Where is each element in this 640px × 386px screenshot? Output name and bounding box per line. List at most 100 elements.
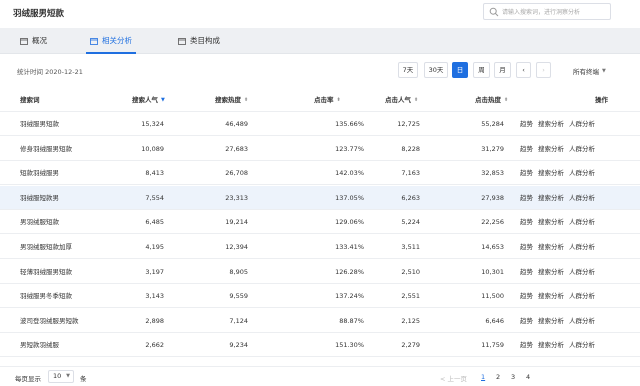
row-actions: 趋势 搜索分析 人群分析 xyxy=(520,235,600,259)
crowd-analysis-link[interactable]: 人群分析 xyxy=(569,268,595,276)
prev-page-button[interactable]: < 上一页 xyxy=(440,373,467,383)
table-row[interactable]: 轻薄羽绒服男短款 3,197 8,905 126.28% 2,510 10,301 趋势 搜索… xyxy=(0,260,640,284)
cell-search-heat: 8,905 xyxy=(229,267,248,276)
top-bar: 羽绒服男短款 xyxy=(0,0,640,28)
page-2-button[interactable]: 2 xyxy=(496,373,500,381)
cell-search-popularity: 7,554 xyxy=(145,193,164,202)
col-click-heat-label: 点击热度 xyxy=(475,96,501,104)
trend-link[interactable]: 趋势 xyxy=(520,341,533,349)
period-month-button[interactable]: 月 xyxy=(494,62,511,78)
cell-click-popularity: 2,125 xyxy=(401,316,420,325)
tab-category[interactable]: 类目构成 xyxy=(178,28,220,54)
stat-time: 统计时间 2020-12-21 xyxy=(17,68,83,76)
crowd-analysis-link[interactable]: 人群分析 xyxy=(569,292,595,300)
cell-click-popularity: 2,510 xyxy=(401,267,420,276)
page-1-button[interactable]: 1 xyxy=(481,373,485,381)
col-search-popularity[interactable]: 搜索人气 ▼ xyxy=(132,88,165,112)
trend-link[interactable]: 趋势 xyxy=(520,120,533,128)
crowd-analysis-link[interactable]: 人群分析 xyxy=(569,194,595,202)
table-row[interactable]: 男短款羽绒服 2,662 9,234 151.30% 2,279 11,759 趋势 搜索分析… xyxy=(0,333,640,358)
sort-icon[interactable]: ⬍ xyxy=(337,88,341,112)
period-day-button[interactable]: 日 xyxy=(452,62,468,78)
crowd-analysis-link[interactable]: 人群分析 xyxy=(569,145,595,153)
search-analysis-link[interactable]: 搜索分析 xyxy=(538,169,564,177)
col-click-popularity[interactable]: 点击人气 ⬍ xyxy=(385,88,418,112)
cell-ctr: 142.03% xyxy=(335,169,364,178)
tab-overview-label: 概况 xyxy=(32,36,47,45)
tab-related-analysis-label: 相关分析 xyxy=(102,36,132,45)
terminal-select[interactable]: 所有终端 ▼ xyxy=(573,66,606,76)
trend-link[interactable]: 趋势 xyxy=(520,292,533,300)
cell-search-popularity: 2,898 xyxy=(145,316,164,325)
table-row[interactable]: 羽绒服男短款 15,324 46,489 135.66% 12,725 55,284 趋势搜… xyxy=(0,112,640,136)
period-7d-button[interactable]: 7天 xyxy=(398,62,418,78)
table-row[interactable]: 短款羽绒服男 8,413 26,708 142.03% 7,163 32,853 趋势 搜索分… xyxy=(0,161,640,186)
search-analysis-link[interactable]: 搜索分析 xyxy=(538,120,564,128)
cell-click-heat: 22,256 xyxy=(481,218,504,227)
cell-ctr: 135.66% xyxy=(335,120,364,128)
search-box[interactable] xyxy=(483,3,611,20)
trend-link[interactable]: 趋势 xyxy=(520,194,533,202)
tab-overview[interactable]: 概况 xyxy=(20,28,47,54)
trend-link[interactable]: 趋势 xyxy=(520,169,533,177)
page-3-button[interactable]: 3 xyxy=(511,373,515,381)
period-week-button[interactable]: 周 xyxy=(473,62,490,78)
page-4-button[interactable]: 4 xyxy=(526,373,530,381)
trend-link[interactable]: 趋势 xyxy=(520,243,533,251)
crowd-analysis-link[interactable]: 人群分析 xyxy=(569,120,595,128)
cell-click-heat: 6,646 xyxy=(485,316,504,325)
cell-click-popularity: 6,263 xyxy=(401,193,420,202)
cell-search-popularity: 8,413 xyxy=(145,169,164,178)
sort-icon[interactable]: ⬍ xyxy=(414,88,418,112)
crowd-analysis-link[interactable]: 人群分析 xyxy=(569,341,595,349)
terminal-label: 所有终端 xyxy=(573,68,599,76)
table-row[interactable]: 羽绒服短款男 7,554 23,313 137.05% 6,263 27,938 趋势 搜索分… xyxy=(0,185,640,210)
table-row[interactable]: 男羽绒服短款加厚 4,195 12,394 133.41% 3,511 14,653 趋势搜… xyxy=(0,235,640,259)
search-analysis-link[interactable]: 搜索分析 xyxy=(538,243,564,251)
col-keyword: 搜索词 xyxy=(20,96,40,104)
trend-link[interactable]: 趋势 xyxy=(520,218,533,226)
crowd-analysis-link[interactable]: 人群分析 xyxy=(569,169,595,177)
toolbar: 统计时间 2020-12-21 7天 30天 日 周 月 ‹ › 所有终端 ▼ xyxy=(0,54,640,88)
search-analysis-link[interactable]: 搜索分析 xyxy=(538,218,564,226)
search-analysis-link[interactable]: 搜索分析 xyxy=(538,145,564,153)
cell-search-heat: 46,489 xyxy=(225,120,248,128)
crowd-analysis-link[interactable]: 人群分析 xyxy=(569,218,595,226)
trend-link[interactable]: 趋势 xyxy=(520,268,533,276)
next-date-button[interactable]: › xyxy=(536,62,551,78)
period-30d-button[interactable]: 30天 xyxy=(424,62,448,78)
trend-link[interactable]: 趋势 xyxy=(520,145,533,153)
table-row[interactable]: 波司登羽绒服男短款 2,898 7,124 88.87% 2,125 6,646 趋势 搜索分… xyxy=(0,309,640,333)
col-click-heat[interactable]: 点击热度 ⬍ xyxy=(475,88,508,112)
table-row[interactable]: 羽绒服男冬季短款 3,143 9,559 137.24% 2,551 11,500 趋势 搜索… xyxy=(0,284,640,309)
cell-search-popularity: 3,197 xyxy=(145,267,164,276)
search-input[interactable] xyxy=(502,6,608,18)
cell-ctr: 137.05% xyxy=(335,193,364,202)
prev-date-button[interactable]: ‹ xyxy=(516,62,531,78)
cell-search-popularity: 15,324 xyxy=(141,120,164,128)
table-row[interactable]: 男羽绒服短款 6,485 19,214 129.06% 5,224 22,256 趋势 搜索分… xyxy=(0,210,640,235)
folder-icon xyxy=(90,38,98,45)
search-analysis-link[interactable]: 搜索分析 xyxy=(538,341,564,349)
col-ctr[interactable]: 点击率 ⬍ xyxy=(314,88,341,112)
cell-click-popularity: 2,279 xyxy=(401,341,420,350)
search-analysis-link[interactable]: 搜索分析 xyxy=(538,268,564,276)
search-analysis-link[interactable]: 搜索分析 xyxy=(538,194,564,202)
cell-click-heat: 32,853 xyxy=(481,169,504,178)
sort-icon[interactable]: ⬍ xyxy=(244,88,248,112)
sort-icon[interactable]: ⬍ xyxy=(504,88,508,112)
tab-related-analysis[interactable]: 相关分析 xyxy=(86,28,136,54)
cell-search-heat: 12,394 xyxy=(225,243,248,251)
search-analysis-link[interactable]: 搜索分析 xyxy=(538,317,564,325)
cell-ctr: 133.41% xyxy=(335,243,364,251)
cell-search-heat: 19,214 xyxy=(225,218,248,227)
table-row[interactable]: 修身羽绒服男短款 10,089 27,683 123.77% 8,228 31,279 趋势… xyxy=(0,137,640,161)
sort-desc-icon[interactable]: ▼ xyxy=(161,88,165,112)
col-search-heat[interactable]: 搜索热度 ⬍ xyxy=(215,88,248,112)
search-analysis-link[interactable]: 搜索分析 xyxy=(538,292,564,300)
trend-link[interactable]: 趋势 xyxy=(520,317,533,325)
per-page-select[interactable]: 10 ▼ xyxy=(48,370,74,383)
crowd-analysis-link[interactable]: 人群分析 xyxy=(569,243,595,251)
crowd-analysis-link[interactable]: 人群分析 xyxy=(569,317,595,325)
cell-ctr: 126.28% xyxy=(335,267,364,276)
